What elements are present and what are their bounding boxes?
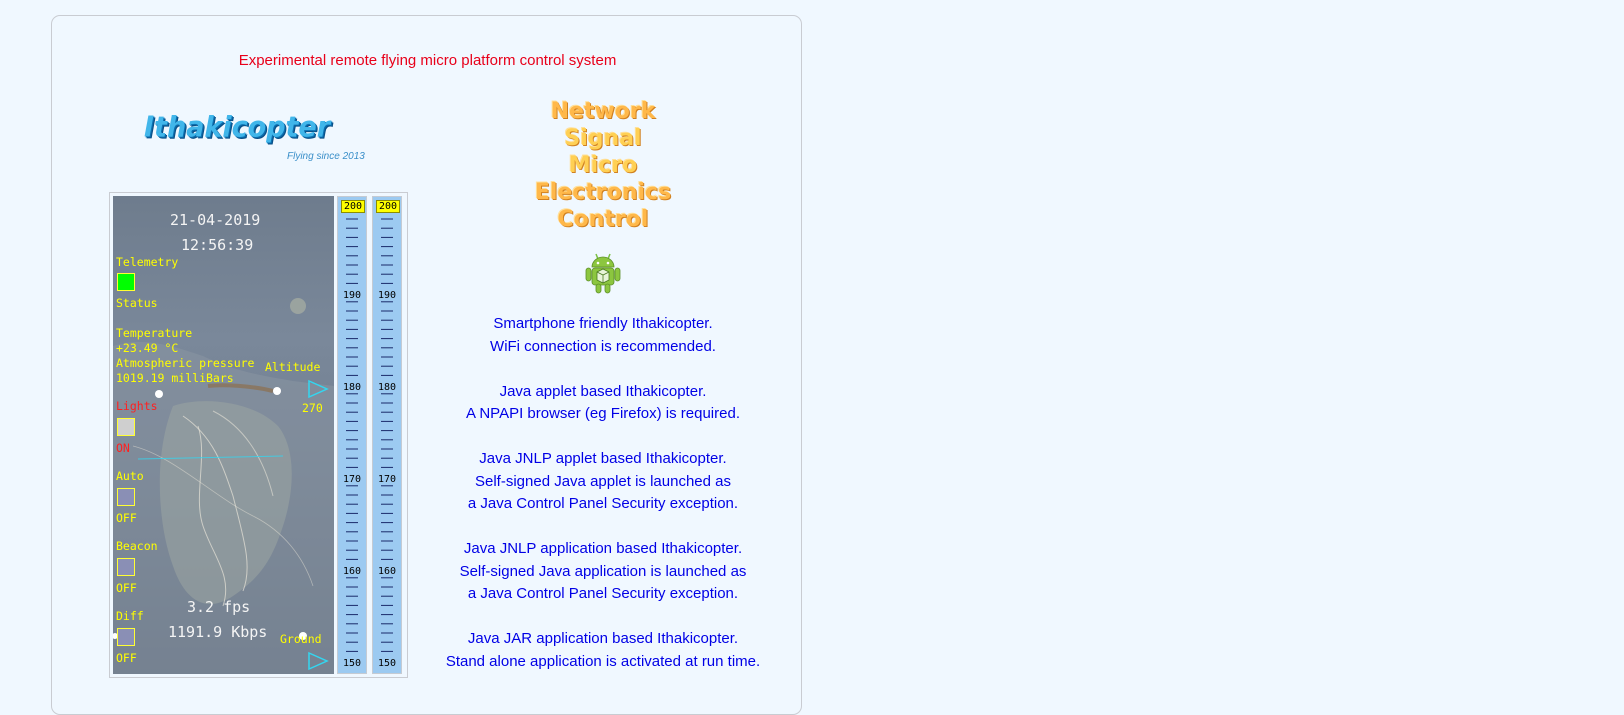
ground-arrow-icon[interactable] [307, 651, 329, 671]
lights-toggle[interactable] [117, 418, 135, 436]
camera-time: 12:56:39 [181, 236, 254, 254]
network-logo-line: Electronics [534, 180, 672, 205]
info-line: Stand alone application is activated at … [445, 652, 761, 670]
logo-tagline: Flying since 2013 [287, 151, 365, 162]
lights-label: Lights [116, 399, 158, 413]
info-line: a Java Control Panel Security exception. [467, 585, 739, 602]
info-block: Java JNLP application based Ithakicopter… [443, 538, 763, 606]
lights-state: ON [116, 441, 130, 455]
info-line: A NPAPI browser (eg Firefox) is required… [466, 405, 740, 422]
beacon-toggle[interactable] [117, 558, 135, 576]
gauge-tick-label: 190 [373, 290, 401, 301]
info-line: Self-signed Java applet is launched as [475, 472, 731, 490]
auto-state: OFF [116, 511, 137, 525]
gauge-tick-label: 150 [338, 658, 366, 669]
info-line: Java JNLP application based Ithakicopter… [463, 540, 743, 557]
info-line: Java JAR application based Ithakicopter. [467, 630, 739, 647]
altitude-value: 270 [302, 401, 323, 415]
pressure-label: Atmospheric pressure [116, 356, 255, 370]
auto-toggle[interactable] [117, 488, 135, 506]
gauge-tick-label: 150 [373, 658, 401, 669]
info-block: Java applet based Ithakicopter. A NPAPI … [443, 381, 763, 426]
info-block: Java JNLP applet based Ithakicopter. Sel… [443, 448, 763, 516]
info-text: Smartphone friendly Ithakicopter. WiFi c… [443, 313, 763, 696]
gauge-tick-label: 160 [338, 566, 366, 577]
auto-label: Auto [116, 469, 144, 483]
diff-label: Diff [116, 609, 144, 623]
gauge-tick-label: 190 [338, 290, 366, 301]
page-title: Experimental remote flying micro platfor… [238, 52, 617, 69]
temperature-label: Temperature [116, 326, 193, 340]
gauge-tick-label: 180 [338, 382, 366, 393]
info-line: a Java Control Panel Security exception. [467, 495, 739, 512]
altitude-gauge[interactable]: 200 190 180 170 160 150 [337, 196, 367, 674]
network-logo-line: Control [557, 207, 649, 232]
ground-gauge[interactable]: 200 190 180 170 160 150 [372, 196, 402, 674]
altitude-label: Altitude [265, 360, 321, 374]
info-line: Java JNLP applet based Ithakicopter. [479, 450, 727, 467]
diff-state: OFF [116, 651, 137, 665]
network-logo-line: Micro [568, 153, 638, 178]
camera-date: 21-04-2019 [170, 211, 261, 229]
info-line: Self-signed Java application is launched… [459, 562, 747, 580]
logo-text: Ithakicopter [144, 111, 331, 144]
main-panel: Experimental remote flying micro platfor… [51, 15, 802, 715]
info-line: WiFi connection is recommended. [490, 337, 716, 355]
info-line: Smartphone friendly Ithakicopter. [493, 315, 713, 332]
altitude-arrow-icon[interactable] [307, 379, 329, 399]
gauge-ticks [346, 218, 358, 662]
diff-toggle[interactable] [117, 628, 135, 646]
gauge-tick-label: 160 [373, 566, 401, 577]
info-block: Smartphone friendly Ithakicopter. WiFi c… [443, 313, 763, 358]
ground-label: Ground [280, 632, 322, 646]
camera-viewer: 21-04-2019 12:56:39 Telemetry Status Tem… [109, 192, 408, 678]
gauge-tick-label: 180 [373, 382, 401, 393]
gauge-tick-label: 170 [338, 474, 366, 485]
android-icon[interactable] [584, 252, 622, 294]
pressure-value: 1019.19 milliBars [116, 371, 234, 385]
temperature-value: +23.49 °C [116, 341, 179, 355]
gauge-tick-label: 170 [373, 474, 401, 485]
telemetry-toggle[interactable] [117, 273, 135, 291]
network-logo: Network Signal Micro Electronics Control [503, 98, 703, 233]
telemetry-label: Telemetry [116, 255, 179, 269]
info-line: Java applet based Ithakicopter. [499, 382, 707, 400]
gauge-ticks [381, 218, 393, 662]
network-logo-line: Network [550, 99, 656, 124]
network-logo-line: Signal [564, 126, 642, 151]
gauge-top-value: 200 [376, 200, 400, 213]
beacon-label: Beacon [116, 539, 158, 553]
camera-feed[interactable]: 21-04-2019 12:56:39 Telemetry Status Tem… [113, 196, 334, 674]
beacon-state: OFF [116, 581, 137, 595]
ithakicopter-logo: Ithakicopter Flying since 2013 [144, 111, 374, 182]
bitrate-readout: 1191.9 Kbps [168, 623, 268, 641]
status-label: Status [116, 296, 158, 310]
gauge-top-value: 200 [341, 200, 365, 213]
info-block: Java JAR application based Ithakicopter.… [443, 628, 763, 673]
fps-readout: 3.2 fps [187, 598, 251, 616]
